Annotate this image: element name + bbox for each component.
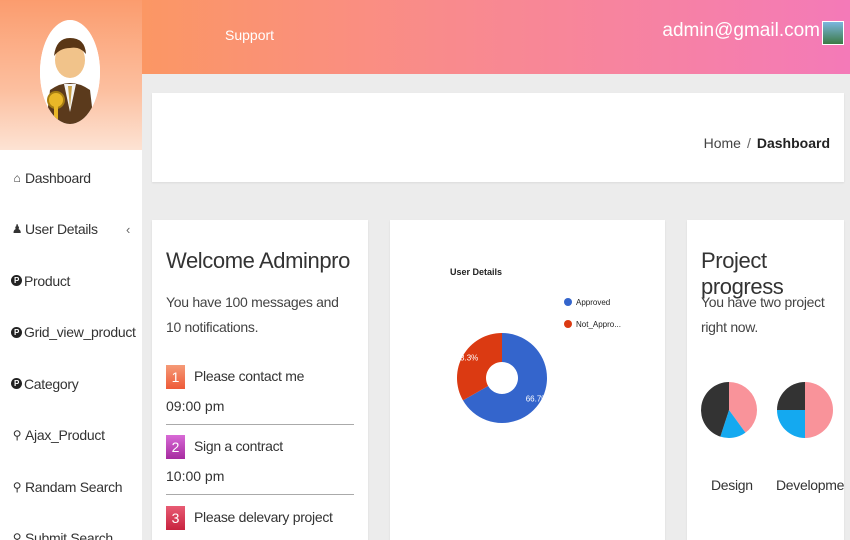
sidebar-item-label: Product xyxy=(24,272,71,289)
sidebar-item-label: Submit Search xyxy=(25,530,113,540)
pie-slice[interactable] xyxy=(457,333,502,401)
task-title: Please delevary project xyxy=(194,509,333,525)
legend-swatch xyxy=(564,320,572,328)
task-time: 10:00 pm xyxy=(166,468,225,484)
divider xyxy=(166,424,354,425)
sidebar-item-label: User Details xyxy=(25,221,98,238)
sidebar-item-label: Category xyxy=(24,375,79,392)
sidebar-item-label: Ajax_Product xyxy=(25,427,105,444)
sidebar-item-label: Randam Search xyxy=(25,478,123,495)
legend-label[interactable]: Approved xyxy=(576,298,610,307)
admin-avatar-icon xyxy=(40,20,100,124)
task-title: Please contact me xyxy=(194,368,305,384)
project-pies xyxy=(701,382,833,438)
project-pie-slice xyxy=(805,382,833,438)
breadcrumb-current: Dashboard xyxy=(756,135,830,151)
sidebar-item-category[interactable]: P Category xyxy=(0,358,142,410)
legend-label[interactable]: Not_Appro... xyxy=(576,320,621,329)
task-number-badge: 1 xyxy=(166,365,185,389)
breadcrumb-separator: / xyxy=(746,135,751,151)
user-email[interactable]: admin@gmail.com xyxy=(662,20,820,42)
sidebar-item-label: Dashboard xyxy=(25,169,91,186)
support-link[interactable]: Support xyxy=(225,27,274,43)
breadcrumb: Home / Dashboard xyxy=(704,135,830,151)
sidebar-item-ajax-product[interactable]: ⚲ Ajax_Product xyxy=(0,410,142,462)
breadcrumb-home[interactable]: Home xyxy=(704,135,741,151)
chevron-left-icon[interactable]: ‹ xyxy=(126,222,130,237)
user-details-chart-card: User Details 66.7% 33.3% Approved Not_Appro.… xyxy=(390,220,665,540)
sidebar-item-dashboard[interactable]: ⌂ Dashboard xyxy=(0,152,142,204)
sidebar-item-label: Grid_view_product xyxy=(24,324,136,341)
sidebar-nav: ⌂ Dashboard ♟ User Details ‹ P Product P… xyxy=(0,152,142,540)
user-icon: ♟ xyxy=(11,222,23,237)
slice-value-label: 33.3% xyxy=(456,354,479,363)
user-details-chart: User Details 66.7% 33.3% Approved Not_Appro.… xyxy=(450,267,621,423)
task-time: 09:00 pm xyxy=(166,398,225,414)
sidebar-header xyxy=(0,0,142,150)
project-progress-card: Project progress You have two project ri… xyxy=(687,220,844,540)
breadcrumb-card: Home / Dashboard xyxy=(152,93,844,182)
topbar: Support admin@gmail.com xyxy=(142,0,850,74)
search-icon: ⚲ xyxy=(12,428,22,443)
product-icon: P xyxy=(11,326,22,338)
home-icon: ⌂ xyxy=(13,170,21,185)
project-pie-slice xyxy=(777,410,805,438)
welcome-card: Welcome Adminpro You have 100 messages a… xyxy=(152,220,368,540)
slice-value-label: 66.7% xyxy=(526,394,549,403)
divider xyxy=(166,494,354,495)
product-icon: P xyxy=(11,275,22,287)
chart-title: User Details xyxy=(450,267,502,277)
sidebar-item-product[interactable]: P Product xyxy=(0,255,142,307)
sidebar-item-user-details[interactable]: ♟ User Details ‹ xyxy=(0,204,142,256)
user-avatar-icon[interactable] xyxy=(822,21,844,45)
welcome-intro: You have 100 messages and 10 notificatio… xyxy=(166,294,339,335)
sidebar-item-grid-view-product[interactable]: P Grid_view_product xyxy=(0,307,142,359)
legend-swatch xyxy=(564,298,572,306)
project-label-design: Design xyxy=(711,477,753,493)
project-label-development: Development xyxy=(776,477,844,493)
search-icon: ⚲ xyxy=(12,531,22,540)
task-number-badge: 2 xyxy=(166,435,185,459)
sidebar-item-randam-search[interactable]: ⚲ Randam Search xyxy=(0,461,142,513)
sidebar-item-submit-search[interactable]: ⚲ Submit Search xyxy=(0,513,142,540)
sidebar: ⌂ Dashboard ♟ User Details ‹ P Product P… xyxy=(0,0,142,540)
task-title: Sign a contract xyxy=(194,438,283,454)
task-number-badge: 3 xyxy=(166,506,185,530)
progress-intro: You have two project right now. xyxy=(701,294,825,335)
search-icon: ⚲ xyxy=(12,479,22,494)
project-pie-slice xyxy=(777,382,805,410)
welcome-title: Welcome Adminpro xyxy=(166,248,350,273)
product-icon: P xyxy=(11,378,22,390)
avatar[interactable] xyxy=(40,20,100,124)
